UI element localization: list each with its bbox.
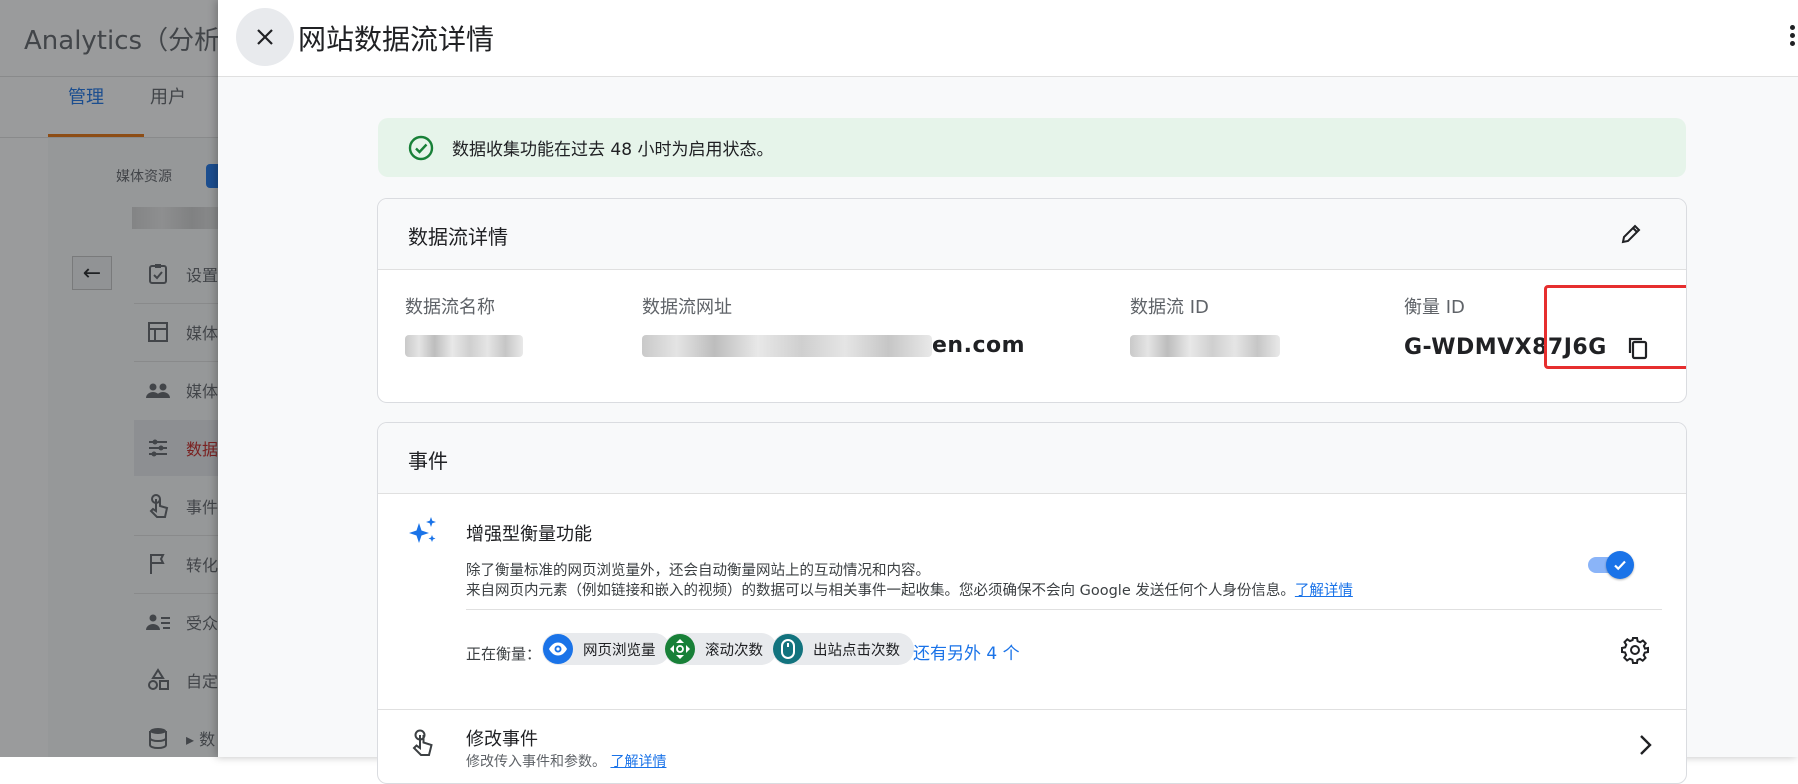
enhanced-measurement-title: 增强型衡量功能 <box>466 524 592 545</box>
sparkle-icon <box>409 517 436 543</box>
check-icon <box>1614 560 1626 571</box>
stream-id-field: 数据流 ID <box>1130 293 1280 358</box>
chip-label: 出站点击次数 <box>813 642 900 659</box>
stream-name-value <box>405 333 523 358</box>
learn-more-link[interactable]: 了解详情 <box>610 754 666 770</box>
chevron-right-icon <box>1640 735 1652 755</box>
enhanced-measurement-toggle[interactable] <box>1588 551 1634 579</box>
settings-button[interactable] <box>1618 633 1652 667</box>
learn-more-link[interactable]: 了解详情 <box>1295 583 1353 599</box>
more-events-link[interactable]: 还有另外 4 个 <box>913 639 1020 664</box>
divider <box>378 709 1686 710</box>
chip-scrolls[interactable]: 滚动次数 <box>664 633 777 665</box>
events-card: 事件 增强型衡量功能 除了衡量标准的网页浏览量外，还会自动衡量网站上的互动情况和… <box>377 422 1687 784</box>
pencil-icon <box>1621 224 1641 244</box>
mouse-icon <box>773 634 803 664</box>
card-header: 数据流详情 <box>378 199 1686 270</box>
scroll-icon <box>665 634 695 664</box>
close-icon <box>257 29 273 45</box>
check-circle-icon <box>408 135 434 160</box>
status-banner: 数据收集功能在过去 48 小时为启用状态。 <box>378 118 1686 177</box>
status-text: 数据收集功能在过去 48 小时为启用状态。 <box>452 140 774 160</box>
redacted-value <box>405 335 523 357</box>
chip-label: 滚动次数 <box>705 642 763 659</box>
divider <box>466 609 1662 610</box>
drawer-header: 网站数据流详情 <box>218 0 1798 77</box>
chip-page-views[interactable]: 网页浏览量 <box>542 633 670 665</box>
card-title: 数据流详情 <box>408 225 508 249</box>
field-label: 数据流 ID <box>1130 297 1209 318</box>
chip-label: 网页浏览量 <box>583 642 656 659</box>
more-vert-icon[interactable] <box>1786 22 1798 50</box>
close-button[interactable] <box>236 8 294 66</box>
stream-url-field: 数据流网址 en.com <box>642 293 1025 358</box>
redacted-value <box>642 335 932 357</box>
gear-icon <box>1621 637 1649 664</box>
field-label: 数据流名称 <box>405 297 495 318</box>
card-title: 事件 <box>408 449 448 473</box>
drawer-title: 网站数据流详情 <box>298 23 495 56</box>
measuring-label: 正在衡量： <box>466 645 542 663</box>
chip-outbound-clicks[interactable]: 出站点击次数 <box>772 633 914 665</box>
edit-button[interactable] <box>1614 217 1648 251</box>
field-label: 数据流网址 <box>642 297 732 318</box>
highlight-box <box>1544 285 1686 369</box>
modify-events-title: 修改事件 <box>466 729 538 750</box>
eye-icon <box>543 634 573 664</box>
stream-url-value: en.com <box>642 333 1025 358</box>
modify-events-chevron[interactable] <box>1633 730 1657 760</box>
enhanced-measurement-description: 除了衡量标准的网页浏览量外，还会自动衡量网站上的互动情况和内容。 来自网页内元素… <box>466 563 1353 599</box>
stream-details-card: 数据流详情 数据流名称 数据流网址 en.com 数据流 ID 衡量 ID G-… <box>377 198 1687 403</box>
redacted-value <box>1130 335 1280 357</box>
stream-details-drawer: 网站数据流详情 数据收集功能在过去 48 小时为启用状态。 数据流详情 数据流名… <box>218 0 1798 784</box>
modify-events-description: 修改传入事件和参数。 了解详情 <box>466 754 667 770</box>
stream-id-value <box>1130 333 1280 358</box>
card-header: 事件 <box>378 423 1686 494</box>
touch-icon <box>412 729 433 756</box>
stream-name-field: 数据流名称 <box>405 293 523 358</box>
